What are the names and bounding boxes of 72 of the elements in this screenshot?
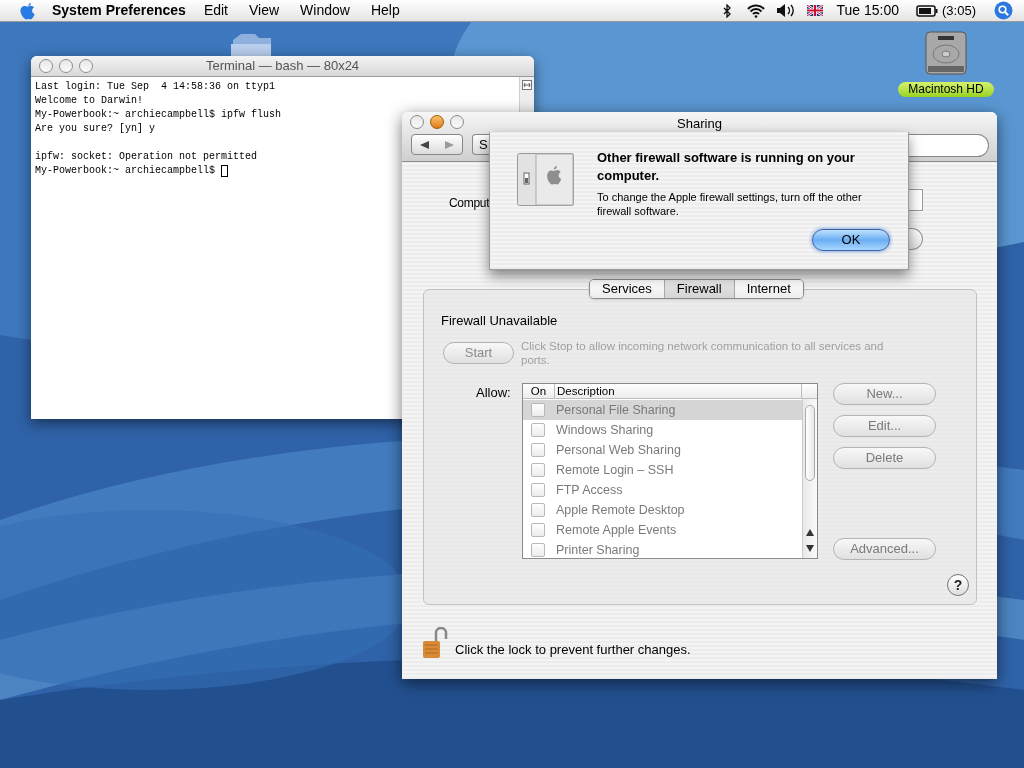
column-header[interactable]: Description [555,384,802,398]
terminal-line: Welcome to Darwin! [35,94,144,108]
service-name: FTP Access [556,481,623,499]
service-name: Printer Sharing [556,541,640,558]
show-all-button[interactable]: S [472,134,490,155]
start-help-text: Click Stop to allow incoming network communication to all services and ports. [521,339,885,367]
tab[interactable]: Internet [733,280,803,298]
lock-message: Click the lock to prevent further changes. [455,641,691,659]
checkbox[interactable] [531,403,545,417]
service-name: Remote Login – SSH [556,461,674,479]
terminal-line: My-Powerbook:~ archiecampbell$ [35,164,217,178]
checkbox[interactable] [531,483,545,497]
checkbox[interactable] [531,423,545,437]
zoom-button[interactable] [450,115,464,129]
split-view-icon[interactable] [522,80,532,90]
window-title: Terminal — bash — 80x24 [204,57,361,76]
tab[interactable]: Firewall [663,280,734,298]
terminal-line: ipfw: socket: Operation not permitted [35,150,258,164]
terminal-line: My-Powerbook:~ archiecampbell$ ipfw flush [35,108,282,122]
menu-item[interactable]: View [249,0,280,21]
back-forward-buttons[interactable] [411,134,463,155]
menu-item[interactable]: Help [370,0,400,21]
bluetooth-icon[interactable] [722,3,732,18]
service-name: Windows Sharing [556,421,654,439]
terminal-line: Are you sure? [yn] y [35,122,156,136]
menu-item[interactable]: Edit [203,0,228,21]
scroll-up-icon[interactable] [806,529,814,536]
service-name: Personal File Sharing [556,401,676,419]
close-button[interactable] [410,115,424,129]
search-field[interactable] [909,134,989,157]
minimize-button[interactable] [59,59,73,73]
help-button[interactable]: ? [947,574,969,596]
forward-arrow-icon[interactable] [445,140,454,149]
ok-button[interactable]: OK [812,229,890,251]
back-arrow-icon[interactable] [420,140,429,149]
icon-label[interactable]: Macintosh HD [898,82,994,97]
checkbox[interactable] [531,443,545,457]
battery-time[interactable]: (3:05) [942,0,976,21]
volume-icon[interactable] [775,3,795,18]
wifi-icon[interactable] [745,3,766,18]
service-name: Personal Web Sharing [556,441,681,459]
tab[interactable]: Services [590,280,664,298]
alert-title: Other firewall software is running on your computer. [597,149,856,185]
unlocked-padlock-icon[interactable] [422,627,448,660]
zoom-button[interactable] [79,59,93,73]
hard-drive-icon[interactable] [924,30,968,76]
firewall-icon [517,153,574,206]
column-header[interactable]: On [523,384,555,398]
flag-icon[interactable] [806,5,823,16]
app-menu[interactable]: System Preferences [52,0,186,21]
terminal-line: Last login: Tue Sep 4 14:58:36 on ttyp1 [35,80,276,94]
battery-icon[interactable] [916,4,939,17]
text-cursor [221,165,229,177]
window-title: Sharing [676,115,723,133]
menu-item[interactable]: Window [300,0,350,21]
computer-name-label: Comput [449,195,490,212]
alert-message: To change the Apple firewall settings, turn off the other firewall software. [597,190,863,218]
scroll-down-icon[interactable] [806,545,814,552]
menu-clock[interactable]: Tue 15:00 [836,0,900,21]
close-button[interactable] [39,59,53,73]
checkbox[interactable] [531,463,545,477]
service-name: Apple Remote Desktop [556,501,685,519]
checkbox[interactable] [531,543,545,557]
scrollbar[interactable] [802,399,817,558]
checkbox[interactable] [531,503,545,517]
checkbox[interactable] [531,523,545,537]
apple-logo-icon[interactable] [19,1,36,20]
allow-label: Allow: [476,384,511,402]
search-icon[interactable] [994,1,1013,20]
service-name: Remote Apple Events [556,521,677,539]
minimize-button[interactable] [430,115,444,129]
firewall-status: Firewall Unavailable [441,312,558,330]
